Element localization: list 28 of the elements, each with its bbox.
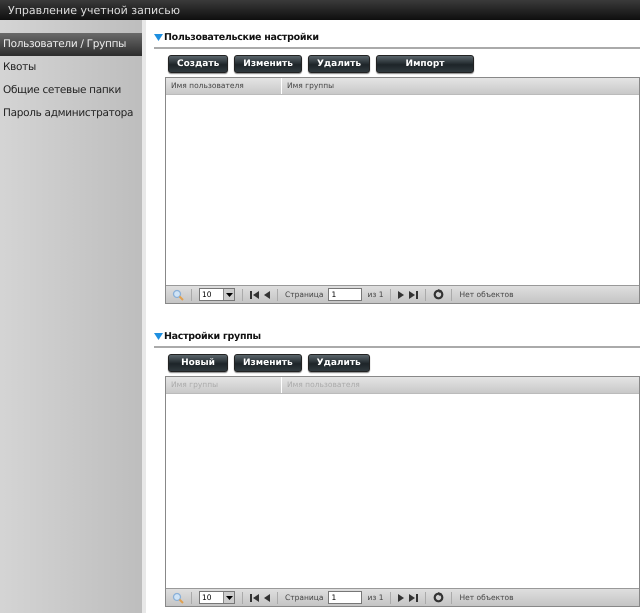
toolbar-button[interactable]: Импорт	[376, 55, 474, 73]
sidebar-item[interactable]: Квоты	[0, 56, 142, 79]
previous-page-icon[interactable]	[264, 290, 270, 298]
section-title: Настройки группы	[164, 331, 261, 342]
window-title: Управление учетной записью	[8, 4, 180, 16]
sidebar-item[interactable]: Общие сетевые папки	[0, 79, 142, 102]
next-page-icon[interactable]	[398, 290, 404, 298]
previous-page-icon[interactable]	[264, 594, 270, 602]
last-page-icon[interactable]	[409, 594, 418, 602]
toolbar-button[interactable]: Создать	[168, 55, 228, 73]
toolbar-button[interactable]: Новый	[168, 354, 228, 372]
next-page-icon[interactable]	[398, 594, 404, 602]
refresh-icon[interactable]	[433, 592, 444, 603]
dropdown-arrow-icon	[226, 596, 232, 600]
toolbar-button[interactable]: Изменить	[234, 354, 302, 372]
collapse-triangle-icon[interactable]	[154, 34, 163, 41]
collapse-triangle-icon[interactable]	[154, 333, 163, 340]
sidebar-item[interactable]: Пароль администратора	[0, 102, 142, 125]
sidebar-item[interactable]: Пользователи / Группы	[0, 33, 142, 56]
toolbar-button[interactable]: Удалить	[308, 55, 370, 73]
dropdown-arrow-icon	[226, 292, 232, 296]
first-page-icon[interactable]	[250, 290, 259, 298]
refresh-icon[interactable]	[433, 289, 444, 300]
first-page-icon[interactable]	[250, 594, 259, 602]
last-page-icon[interactable]	[409, 290, 418, 298]
section-title: Пользовательские настройки	[164, 32, 319, 43]
toolbar-button[interactable]: Изменить	[234, 55, 302, 73]
toolbar-button[interactable]: Удалить	[308, 354, 370, 372]
